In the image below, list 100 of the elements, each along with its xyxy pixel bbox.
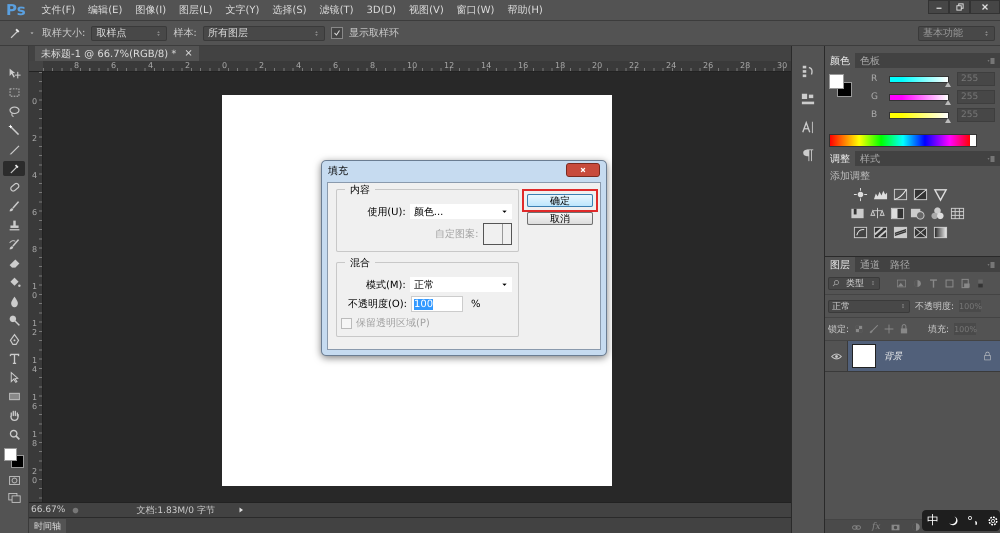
document-tab[interactable]: 未标题-1 @ 66.7%(RGB/8) * × — [35, 46, 199, 61]
menu-item[interactable]: 图像(I) — [131, 3, 176, 17]
sample-size-dropdown[interactable]: 取样点 — [91, 26, 168, 40]
adjustment-icon — [890, 206, 905, 221]
close-button[interactable] — [970, 0, 1000, 14]
brush-icon — [869, 324, 880, 334]
menu-item[interactable]: 编辑(E) — [84, 3, 132, 17]
menu-item[interactable]: 窗口(W) — [452, 3, 504, 17]
ruler-number: 4 — [32, 172, 38, 182]
ruler-number: 20 — [32, 468, 38, 487]
ruler-number: 4 — [147, 61, 154, 71]
menu-item[interactable]: 3D(D) — [362, 4, 406, 16]
panel-tab[interactable]: 通道 — [855, 257, 885, 272]
type-filter-icon — [928, 278, 939, 288]
type-icon — [8, 352, 20, 365]
filter-dropdown[interactable]: 类型 — [828, 276, 880, 290]
panel-tab[interactable]: 图层 — [825, 257, 855, 272]
paragraph-icon — [801, 148, 815, 162]
channel-label: R — [871, 74, 878, 84]
ruler-number: 20 — [591, 61, 604, 71]
menu-item[interactable]: 滤镜(T) — [316, 3, 362, 17]
checkbox[interactable] — [330, 27, 343, 39]
cancel-button[interactable]: 取消 — [527, 212, 593, 225]
menu-item[interactable]: 图层(L) — [175, 3, 222, 17]
group-legend: 内容 — [345, 183, 375, 197]
workspace-dropdown[interactable]: 基本功能 — [918, 26, 995, 40]
ruler-number: 28 — [739, 61, 752, 71]
mode-label: 模式(M): — [364, 278, 406, 292]
ruler-number: 18 — [32, 431, 38, 450]
caret-icon — [501, 281, 508, 288]
smart-object-filter-icon — [960, 278, 971, 288]
punctuation-icon — [967, 514, 979, 526]
menu-item[interactable]: 视图(V) — [405, 3, 453, 17]
adjustment-icon — [893, 225, 908, 240]
adjustment-icon — [910, 206, 925, 221]
ruler-number: 16 — [32, 394, 38, 413]
panel-tab[interactable]: 颜色 — [825, 53, 855, 68]
adjustment-icon — [870, 206, 885, 221]
color-spectrum[interactable] — [829, 134, 977, 147]
marquee-icon — [8, 86, 20, 99]
opacity-label: 不透明度(O): — [346, 298, 407, 311]
panel-tab[interactable]: 路径 — [885, 257, 915, 272]
pen-icon — [8, 333, 20, 346]
restore-button[interactable] — [949, 0, 970, 14]
panel-title: 添加调整 — [829, 170, 871, 183]
ruler-number: 0 — [32, 98, 38, 108]
menu-item[interactable]: 文字(Y) — [222, 3, 268, 17]
group-legend: 混合 — [345, 256, 375, 270]
timeline-tab[interactable]: 时间轴 — [29, 519, 66, 533]
panel-tab[interactable]: 样式 — [855, 151, 885, 166]
spinner-icon — [900, 302, 906, 310]
minimize-button[interactable] — [928, 0, 949, 14]
menu-item[interactable]: 帮助(H) — [503, 3, 552, 17]
ok-button[interactable]: 确定 — [527, 194, 593, 207]
lasso-icon — [8, 105, 20, 118]
image-filter-icon — [896, 278, 907, 288]
blend-mode-dropdown[interactable]: 正常 — [828, 300, 910, 312]
mode-dropdown[interactable]: 正常 — [410, 277, 512, 292]
ruler-number: 18 — [554, 61, 566, 71]
lock-icon — [983, 351, 992, 361]
menu-item[interactable]: 选择(S) — [268, 3, 316, 17]
ruler-number: 0 — [221, 61, 228, 71]
ruler-number: 8 — [369, 61, 376, 71]
tab-close[interactable]: × — [184, 48, 193, 59]
preserve-transparency-label: 保留透明区域(P) — [356, 316, 430, 330]
eyedropper-tool-button[interactable] — [3, 161, 25, 176]
panel-tab[interactable]: 色板 — [855, 53, 885, 68]
color-swatches[interactable] — [829, 74, 853, 98]
panel-tab[interactable]: 调整 — [825, 151, 855, 166]
input-mode[interactable]: 中 — [927, 512, 939, 529]
stamp-icon — [8, 219, 20, 232]
ruler-number: 10 — [32, 283, 38, 302]
slice-icon — [8, 143, 20, 156]
adjustment-icon — [933, 187, 948, 202]
close-button[interactable] — [566, 163, 600, 177]
sample-dropdown[interactable]: 所有图层 — [202, 26, 325, 40]
zoom-level: 66.67% — [30, 505, 66, 515]
layer-row[interactable]: 背景 — [847, 341, 1000, 371]
zoom-icon — [8, 428, 20, 441]
opacity-label: 不透明度: — [915, 300, 954, 312]
opacity-field[interactable]: 100 — [411, 296, 463, 312]
healing-icon — [8, 181, 20, 194]
ruler-number: 14 — [480, 61, 492, 71]
adjustment-icon — [930, 206, 945, 221]
eye-icon — [830, 350, 842, 362]
adjustment-icon — [850, 206, 865, 221]
adjustment-icon — [893, 187, 908, 202]
eyedropper-icon — [8, 26, 22, 40]
color-swatches[interactable] — [2, 446, 26, 470]
menu-item[interactable]: 文件(F) — [38, 3, 84, 17]
pattern-picker[interactable] — [482, 223, 512, 245]
ruler-number: 6 — [110, 61, 118, 71]
ruler-number: 6 — [32, 209, 38, 219]
check-icon — [332, 29, 341, 37]
screen-mode-icon — [8, 491, 20, 504]
ruler-number: 24 — [665, 61, 678, 71]
sample-label: 样本: — [173, 26, 197, 40]
ruler-number: 2 — [32, 135, 38, 145]
use-dropdown[interactable]: 颜色... — [410, 204, 512, 219]
document-info: 文档:1.83M/0 字节 — [136, 504, 216, 516]
